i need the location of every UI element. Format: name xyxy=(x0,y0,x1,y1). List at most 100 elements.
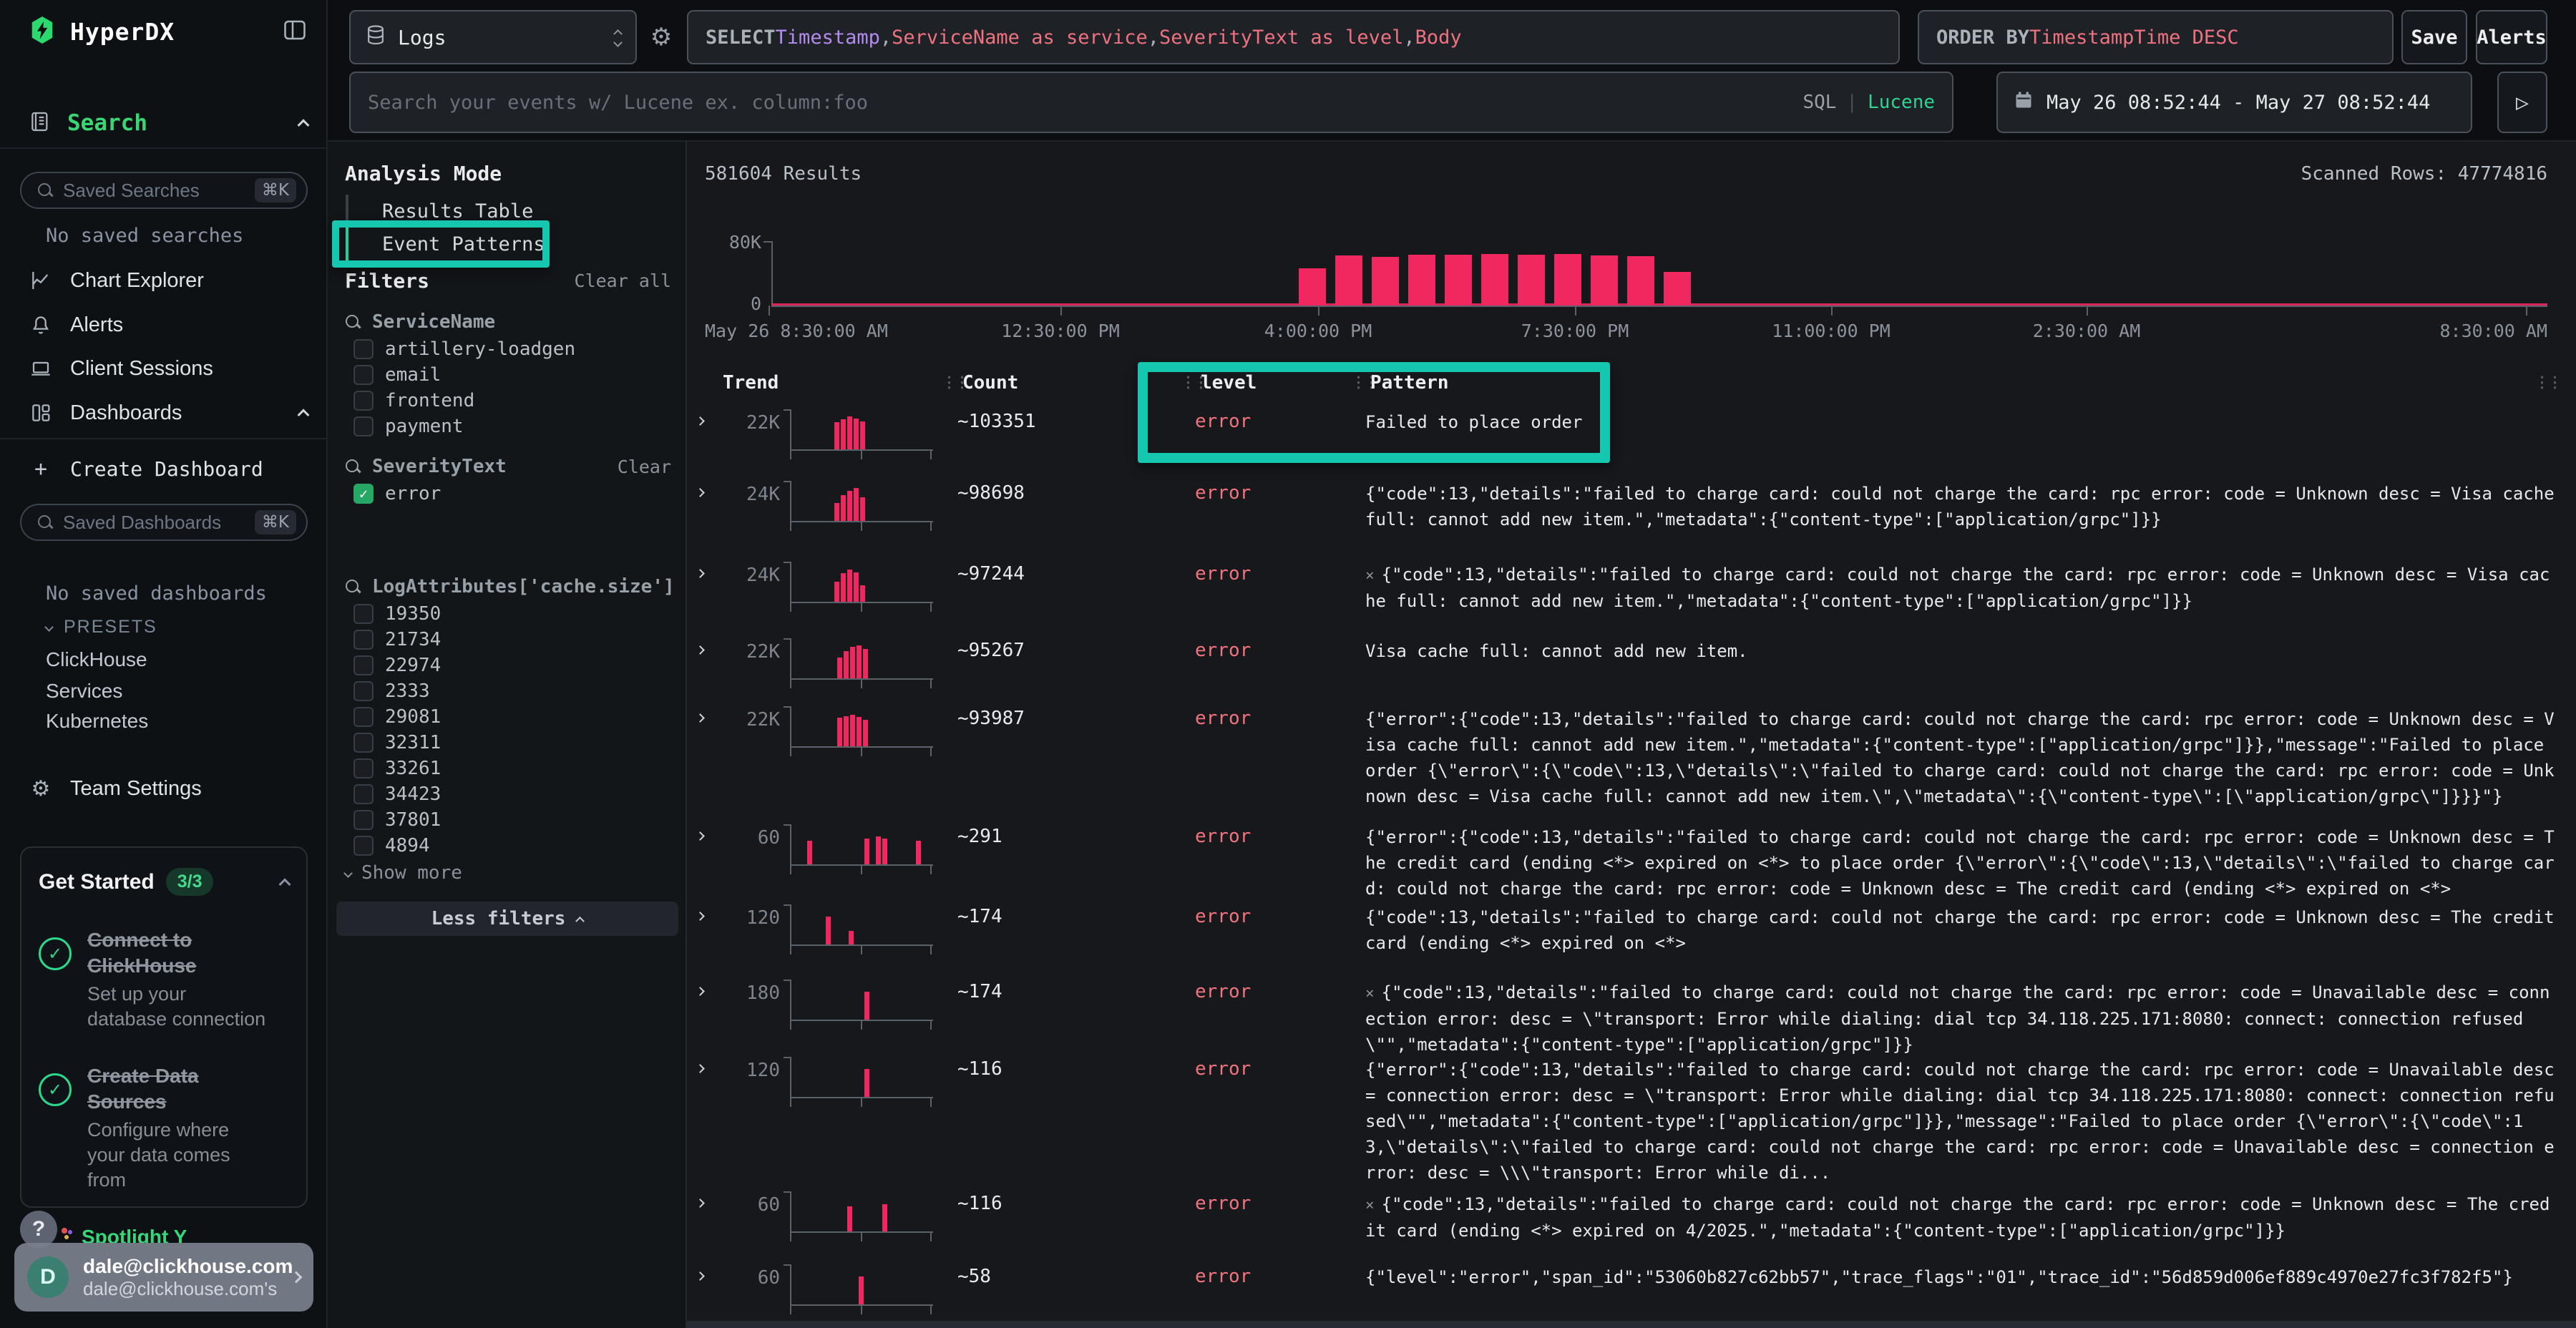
histogram-bar[interactable] xyxy=(1627,256,1654,306)
row-expand-chevron[interactable] xyxy=(687,1257,714,1322)
sidebar-item-dashboards[interactable]: Dashboards xyxy=(29,393,308,433)
histogram-bar[interactable] xyxy=(1554,254,1581,306)
date-range-picker[interactable]: May 26 08:52:44 - May 27 08:52:44 xyxy=(1996,72,2472,133)
filter-option[interactable]: frontend xyxy=(345,388,671,414)
filter-option[interactable]: 2333 xyxy=(345,678,671,704)
checkbox-unchecked[interactable] xyxy=(353,416,374,436)
preset-clickhouse[interactable]: ClickHouse xyxy=(46,648,147,671)
sidebar-item-search[interactable]: Search xyxy=(29,104,308,142)
checkbox-unchecked[interactable] xyxy=(353,391,374,411)
query-language-toggle[interactable]: SQL|Lucene xyxy=(1802,92,1935,113)
checkbox-unchecked[interactable] xyxy=(353,630,374,650)
saved-dashboards-input[interactable] xyxy=(63,512,245,534)
filter-option[interactable]: artillery-loadgen xyxy=(345,336,671,362)
presets-toggle[interactable]: PRESETS xyxy=(46,617,157,638)
checkbox-unchecked[interactable] xyxy=(353,810,374,830)
checkbox-checked[interactable]: ✓ xyxy=(353,484,374,504)
lang-sql[interactable]: SQL xyxy=(1802,92,1836,113)
select-query-input[interactable]: SELECT Timestamp, ServiceName as service… xyxy=(687,10,1900,64)
table-row[interactable]: 24K~98698error{"code":13,"details":"fail… xyxy=(687,474,2576,555)
order-by-input[interactable]: ORDER BY TimestampTime DESC xyxy=(1918,10,2394,64)
sidebar-item-team-settings[interactable]: ⚙ Team Settings xyxy=(29,768,308,809)
histogram-bar[interactable] xyxy=(1481,254,1508,306)
table-row[interactable]: 120~116error{"error":{"code":13,"details… xyxy=(687,1050,2576,1184)
alerts-button[interactable]: Alerts xyxy=(2476,10,2547,64)
histogram-bar[interactable] xyxy=(1518,255,1545,306)
chevron-up-icon[interactable] xyxy=(279,878,291,890)
checkbox-unchecked[interactable] xyxy=(353,365,374,385)
checkbox-unchecked[interactable] xyxy=(353,836,374,856)
histogram-bar[interactable] xyxy=(1335,255,1362,306)
histogram-bar[interactable] xyxy=(1299,268,1326,306)
saved-dashboards-search[interactable]: ⌘K xyxy=(20,504,308,541)
row-expand-chevron[interactable] xyxy=(687,631,714,699)
filter-option[interactable]: 34423 xyxy=(345,781,671,807)
analysis-mode-event-patterns[interactable]: Event Patterns xyxy=(346,228,675,260)
checkbox-unchecked[interactable] xyxy=(353,733,374,753)
checkbox-unchecked[interactable] xyxy=(353,339,374,359)
row-expand-chevron[interactable] xyxy=(687,474,714,555)
table-row[interactable]: 60~58error{"level":"error","span_id":"53… xyxy=(687,1257,2576,1322)
saved-searches-input[interactable] xyxy=(63,180,245,202)
chevron-up-icon[interactable] xyxy=(298,409,310,421)
filter-option[interactable]: 32311 xyxy=(345,730,671,756)
preset-services[interactable]: Services xyxy=(46,680,122,703)
sidebar-item-chart-explorer[interactable]: Chart Explorer xyxy=(29,260,308,301)
chevron-up-icon[interactable] xyxy=(298,119,310,131)
table-row[interactable]: 60~291error{"error":{"code":13,"details"… xyxy=(687,817,2576,897)
col-trend[interactable]: Trend xyxy=(723,372,779,394)
clear-filter-link[interactable]: Clear xyxy=(618,456,671,477)
histogram-bar[interactable] xyxy=(1591,255,1618,306)
filter-option[interactable]: 21734 xyxy=(345,627,671,653)
filter-option[interactable]: 29081 xyxy=(345,704,671,730)
saved-searches-search[interactable]: ⌘K xyxy=(20,172,308,209)
col-level[interactable]: level xyxy=(1201,372,1257,394)
row-expand-chevron[interactable] xyxy=(687,402,714,474)
clear-all-link[interactable]: Clear all xyxy=(575,270,671,291)
row-expand-chevron[interactable] xyxy=(687,897,714,972)
event-search-bar[interactable]: SQL|Lucene xyxy=(349,72,1953,133)
table-row[interactable]: 120~174error{"code":13,"details":"failed… xyxy=(687,897,2576,972)
filter-option[interactable]: ✓error xyxy=(345,481,671,507)
source-select[interactable]: Logs xyxy=(349,10,637,64)
filter-option[interactable]: 22974 xyxy=(345,653,671,678)
user-account-chip[interactable]: D dale@clickhouse.com dale@clickhouse.co… xyxy=(14,1243,313,1312)
filter-option[interactable]: 37801 xyxy=(345,807,671,833)
run-query-button[interactable]: ▷ xyxy=(2497,72,2547,133)
table-row[interactable]: 60~116error×{"code":13,"details":"failed… xyxy=(687,1184,2576,1257)
horizontal-scrollbar[interactable] xyxy=(687,1321,2576,1328)
sidebar-collapse-icon[interactable] xyxy=(282,17,308,46)
analysis-mode-results-table[interactable]: Results Table xyxy=(346,195,675,228)
dismiss-x-icon[interactable]: × xyxy=(1365,985,1375,1002)
table-row[interactable]: 22K~103351errorFailed to place order xyxy=(687,402,2576,474)
histogram-bar[interactable] xyxy=(1408,255,1435,306)
row-expand-chevron[interactable] xyxy=(687,972,714,1058)
table-options-handle[interactable]: ⋮⋮ xyxy=(2534,374,2560,391)
filter-option[interactable]: 33261 xyxy=(345,756,671,781)
save-button[interactable]: Save xyxy=(2401,10,2467,64)
event-search-input[interactable] xyxy=(368,92,1802,114)
filter-option[interactable]: payment xyxy=(345,414,671,439)
checkbox-unchecked[interactable] xyxy=(353,784,374,804)
gear-icon[interactable]: ⚙ xyxy=(645,21,677,53)
checkbox-unchecked[interactable] xyxy=(353,655,374,675)
table-row[interactable]: 24K~97244error×{"code":13,"details":"fai… xyxy=(687,555,2576,631)
histogram-bar[interactable] xyxy=(1664,272,1691,306)
less-filters-button[interactable]: Less filters xyxy=(336,902,678,936)
sidebar-item-client-sessions[interactable]: Client Sessions xyxy=(29,348,308,389)
filter-option[interactable]: email xyxy=(345,362,671,388)
filter-option[interactable]: 19350 xyxy=(345,601,671,627)
checkbox-unchecked[interactable] xyxy=(353,758,374,778)
dismiss-x-icon[interactable]: × xyxy=(1365,567,1375,584)
histogram-bar[interactable] xyxy=(1372,257,1399,306)
create-dashboard-button[interactable]: + Create Dashboard xyxy=(29,449,308,489)
lang-lucene[interactable]: Lucene xyxy=(1868,92,1935,113)
preset-kubernetes[interactable]: Kubernetes xyxy=(46,710,148,733)
show-more-link[interactable]: Show more xyxy=(345,859,671,887)
row-expand-chevron[interactable] xyxy=(687,699,714,817)
table-row[interactable]: 22K~93987error{"error":{"code":13,"detai… xyxy=(687,699,2576,817)
row-expand-chevron[interactable] xyxy=(687,817,714,902)
row-expand-chevron[interactable] xyxy=(687,1184,714,1257)
table-row[interactable]: 180~174error×{"code":13,"details":"faile… xyxy=(687,972,2576,1050)
row-expand-chevron[interactable] xyxy=(687,555,714,631)
